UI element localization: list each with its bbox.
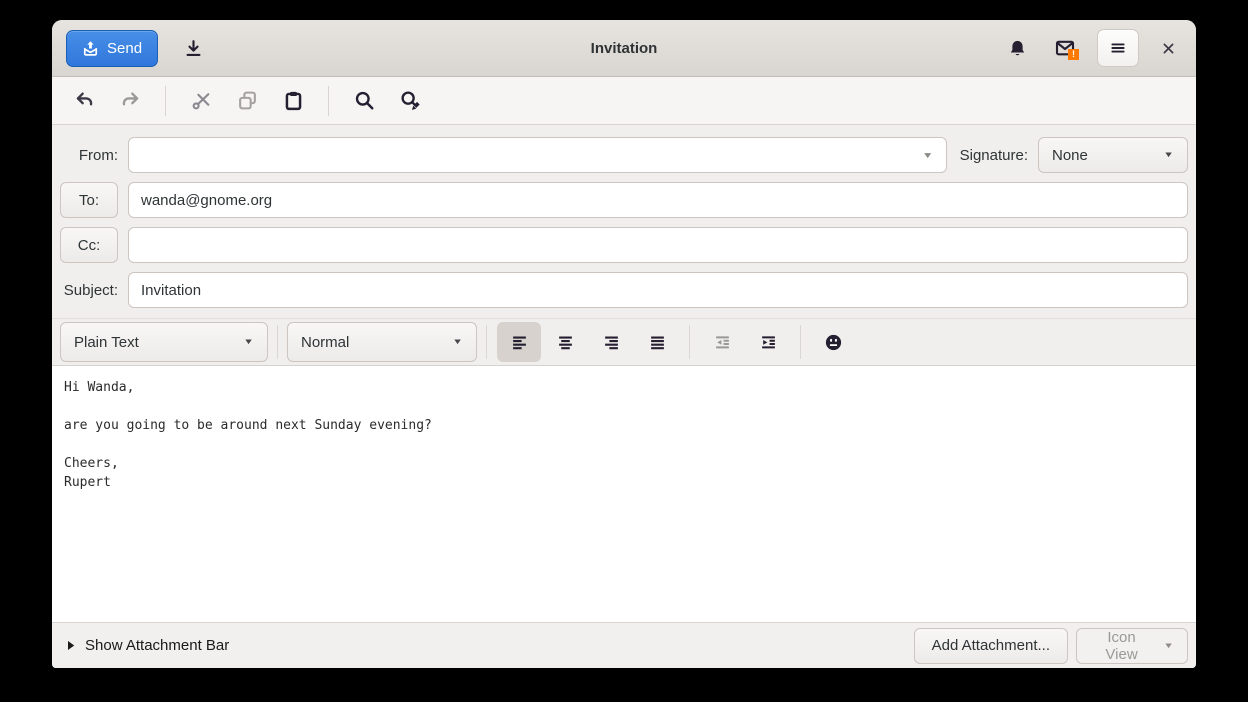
attachment-bar: Show Attachment Bar Add Attachment... Ic… — [52, 622, 1196, 668]
find-replace-button[interactable] — [390, 82, 430, 120]
mail-alert-badge: ! — [1068, 49, 1079, 60]
close-icon — [1161, 41, 1176, 56]
send-mail-icon — [82, 40, 99, 57]
header-bar: Invitation Send ! — [52, 20, 1196, 77]
undo-button[interactable] — [64, 82, 104, 120]
cc-input[interactable] — [128, 227, 1188, 263]
from-combo[interactable]: ▼ — [128, 137, 947, 173]
find-replace-icon — [400, 90, 421, 111]
desktop-background: { "window": { "title": "Invitation" }, "… — [0, 0, 1248, 702]
from-input[interactable] — [128, 137, 947, 173]
hamburger-menu-icon — [1109, 39, 1127, 57]
paragraph-style-value: Normal — [301, 333, 350, 351]
paste-button[interactable] — [273, 82, 313, 120]
paragraph-style-dropdown[interactable]: Normal ▼ — [287, 322, 477, 362]
message-body-editor[interactable]: Hi Wanda, are you going to be around nex… — [52, 366, 1196, 622]
add-attachment-button[interactable]: Add Attachment... — [913, 627, 1068, 664]
mail-unread-icon: ! — [1055, 38, 1079, 60]
cut-scissors-icon — [191, 90, 212, 111]
save-draft-button[interactable] — [178, 33, 209, 64]
editing-mode-dropdown[interactable]: Plain Text ▼ — [60, 322, 268, 362]
toolbar-separator — [165, 85, 166, 116]
paste-clipboard-icon — [283, 90, 304, 111]
align-left-button[interactable] — [497, 322, 541, 362]
redo-icon — [120, 90, 141, 111]
justify-icon — [649, 334, 666, 351]
emoji-smiley-icon — [824, 333, 843, 352]
subject-row: Subject: — [60, 272, 1188, 308]
copy-icon — [237, 90, 258, 111]
signature-value: None — [1052, 146, 1088, 164]
from-label: From: — [78, 146, 118, 164]
dropdown-arrow-icon: ▼ — [1163, 641, 1174, 650]
toolbar-separator — [328, 85, 329, 116]
send-button[interactable]: Send — [66, 29, 159, 67]
align-left-icon — [511, 334, 528, 351]
dropdown-arrow-icon: ▼ — [243, 337, 254, 347]
subject-label: Subject: — [63, 281, 118, 299]
dropdown-arrow-icon: ▼ — [1163, 150, 1174, 160]
align-center-icon — [557, 334, 574, 351]
bell-icon — [1008, 39, 1027, 58]
new-mail-notification-button[interactable]: ! — [1049, 32, 1081, 64]
show-attachment-bar-expander[interactable]: Show Attachment Bar — [60, 637, 235, 654]
subject-input[interactable] — [128, 272, 1188, 308]
formatting-toolbar: Plain Text ▼ Normal ▼ — [52, 318, 1196, 366]
undo-icon — [74, 90, 95, 111]
search-icon — [354, 90, 375, 111]
view-mode-label: Icon View — [1105, 628, 1138, 663]
save-download-icon — [184, 39, 203, 58]
envelope-fields: From: ▼ Signature: None ▼ To: Cc: Subjec… — [52, 125, 1196, 318]
toolbar-separator — [689, 325, 690, 359]
composer-window: Invitation Send ! From: ▼ Signature: Non… — [52, 20, 1196, 668]
edit-toolbar — [52, 77, 1196, 125]
align-right-button[interactable] — [589, 322, 633, 362]
close-window-button[interactable] — [1155, 35, 1182, 62]
dropdown-arrow-icon: ▼ — [452, 337, 463, 347]
outdent-button[interactable] — [700, 322, 744, 362]
attachment-view-mode-dropdown[interactable]: Icon View ▼ — [1076, 627, 1188, 664]
add-attachment-label: Add Attachment... — [931, 637, 1050, 654]
find-button[interactable] — [344, 82, 384, 120]
menu-button[interactable] — [1097, 29, 1139, 67]
editing-mode-value: Plain Text — [74, 333, 139, 351]
from-row: From: ▼ Signature: None ▼ — [60, 137, 1188, 173]
redo-button[interactable] — [110, 82, 150, 120]
message-text[interactable]: Hi Wanda, are you going to be around nex… — [52, 366, 1196, 504]
cut-button[interactable] — [181, 82, 221, 120]
align-right-icon — [603, 334, 620, 351]
to-input[interactable] — [128, 182, 1188, 218]
cc-button[interactable]: Cc: — [60, 227, 118, 263]
cc-row: Cc: — [60, 227, 1188, 263]
outdent-icon — [714, 334, 731, 351]
send-button-label: Send — [107, 39, 143, 57]
toolbar-separator — [486, 325, 487, 359]
justify-button[interactable] — [635, 322, 679, 362]
copy-button[interactable] — [227, 82, 267, 120]
insert-emoji-button[interactable] — [811, 322, 855, 362]
expander-triangle-icon — [66, 640, 76, 651]
indent-icon — [760, 334, 777, 351]
notifications-button[interactable] — [1002, 33, 1033, 64]
indent-button[interactable] — [746, 322, 790, 362]
toolbar-separator — [277, 325, 278, 359]
signature-dropdown[interactable]: None ▼ — [1038, 137, 1188, 173]
header-right-controls: ! — [1002, 29, 1182, 67]
signature-label: Signature: — [959, 146, 1028, 164]
to-button[interactable]: To: — [60, 182, 118, 218]
toolbar-separator — [800, 325, 801, 359]
expander-label: Show Attachment Bar — [85, 637, 230, 654]
to-row: To: — [60, 182, 1188, 218]
align-center-button[interactable] — [543, 322, 587, 362]
